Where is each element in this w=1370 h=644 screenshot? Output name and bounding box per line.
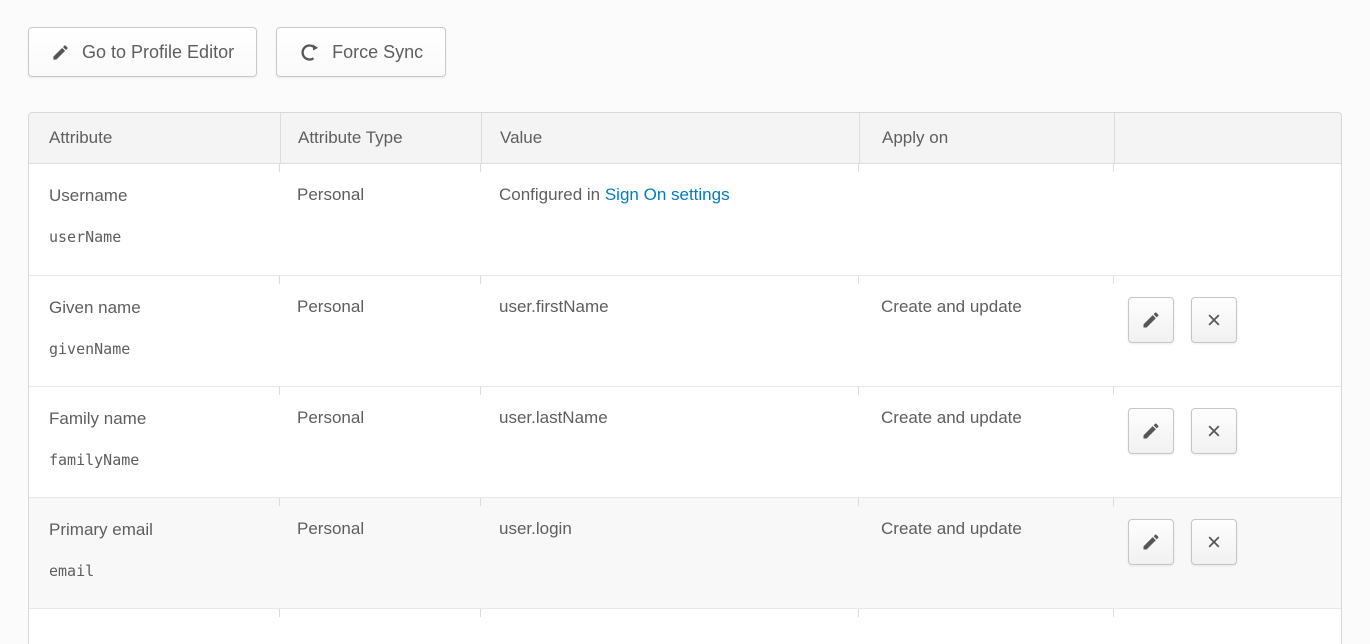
- actions-cell: [1114, 498, 1341, 608]
- attribute-label: Username: [49, 185, 280, 207]
- edit-attribute-button[interactable]: [1128, 297, 1174, 343]
- table-body: Username userName Personal Configured in…: [29, 164, 1341, 644]
- attribute-label: Family name: [49, 408, 280, 430]
- edit-pencil-icon: [1141, 310, 1161, 330]
- column-header-actions: [1114, 113, 1341, 163]
- attribute-label: Primary email: [49, 519, 280, 541]
- attribute-type: Personal: [280, 164, 481, 275]
- apply-on: Create and update: [859, 498, 1114, 608]
- table-row: Username userName Personal Configured in…: [29, 164, 1341, 275]
- edit-attribute-button[interactable]: [1128, 519, 1174, 565]
- table-row: Primary email email Personal user.login …: [29, 497, 1341, 608]
- go-to-profile-editor-button[interactable]: Go to Profile Editor: [28, 27, 257, 77]
- actions-cell: [1114, 276, 1341, 386]
- force-sync-button[interactable]: Force Sync: [276, 27, 446, 77]
- value-cell: user.login: [481, 498, 859, 608]
- attribute-cell: Given name givenName: [29, 276, 280, 386]
- column-header-value: Value: [481, 113, 859, 163]
- attribute-type: Personal: [280, 276, 481, 386]
- attribute-cell: [29, 609, 280, 644]
- value-link[interactable]: Sign On settings: [605, 185, 730, 204]
- value-text: Configured in: [499, 185, 605, 204]
- force-sync-label: Force Sync: [332, 42, 423, 63]
- remove-x-icon: [1204, 310, 1224, 330]
- column-header-attribute: Attribute: [29, 113, 280, 163]
- edit-pencil-icon: [1141, 532, 1161, 552]
- page: Go to Profile Editor Force Sync Attribut…: [0, 0, 1370, 644]
- go-to-profile-editor-label: Go to Profile Editor: [82, 42, 234, 63]
- attribute-cell: Primary email email: [29, 498, 280, 608]
- actions-cell: [1114, 164, 1341, 275]
- attribute-mappings-table: Attribute Attribute Type Value Apply on …: [28, 112, 1342, 644]
- table-header: Attribute Attribute Type Value Apply on: [29, 113, 1341, 164]
- pencil-icon: [51, 43, 70, 62]
- attribute-type: Personal: [280, 387, 481, 497]
- attribute-variable: userName: [49, 228, 280, 246]
- attribute-type: [280, 609, 481, 644]
- attribute-cell: Family name familyName: [29, 387, 280, 497]
- apply-on: Create and update: [859, 276, 1114, 386]
- apply-on: [859, 609, 1114, 644]
- attribute-variable: givenName: [49, 340, 280, 358]
- attribute-label: Given name: [49, 297, 280, 319]
- table-row: Given name givenName Personal user.first…: [29, 275, 1341, 386]
- sync-icon: [299, 42, 320, 63]
- value-cell: Configured in Sign On settings: [481, 164, 859, 275]
- edit-pencil-icon: [1141, 421, 1161, 441]
- actions-cell: [1114, 387, 1341, 497]
- apply-on: Create and update: [859, 387, 1114, 497]
- edit-attribute-button[interactable]: [1128, 408, 1174, 454]
- attribute-type: Personal: [280, 498, 481, 608]
- attribute-variable: familyName: [49, 451, 280, 469]
- column-header-apply-on: Apply on: [859, 113, 1114, 163]
- remove-x-icon: [1204, 532, 1224, 552]
- column-header-attribute-type: Attribute Type: [280, 113, 481, 163]
- value-cell: [481, 609, 859, 644]
- remove-x-icon: [1204, 421, 1224, 441]
- table-row-partial: [29, 608, 1341, 644]
- attribute-variable: email: [49, 562, 280, 580]
- value-cell: user.lastName: [481, 387, 859, 497]
- remove-attribute-button[interactable]: [1191, 297, 1237, 343]
- attribute-cell: Username userName: [29, 164, 280, 275]
- remove-attribute-button[interactable]: [1191, 408, 1237, 454]
- apply-on: [859, 164, 1114, 275]
- actions-cell: [1114, 609, 1341, 644]
- toolbar: Go to Profile Editor Force Sync: [28, 27, 446, 77]
- remove-attribute-button[interactable]: [1191, 519, 1237, 565]
- value-cell: user.firstName: [481, 276, 859, 386]
- table-row: Family name familyName Personal user.las…: [29, 386, 1341, 497]
